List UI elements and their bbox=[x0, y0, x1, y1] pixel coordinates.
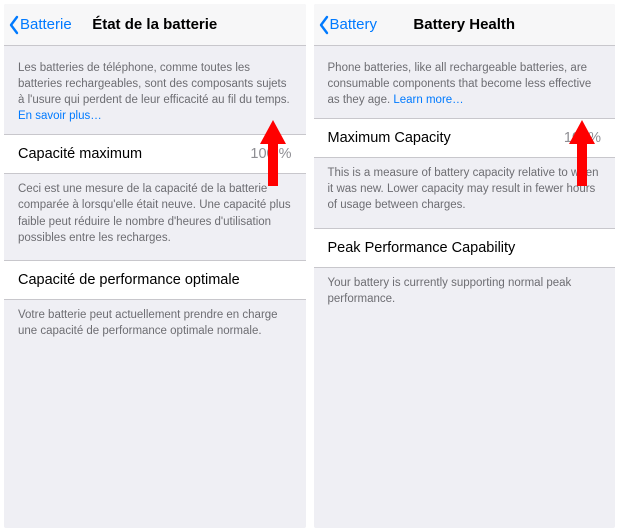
intro-body: Les batteries de téléphone, comme toutes… bbox=[18, 62, 290, 106]
phone-right: Battery Battery Health Phone batteries, … bbox=[314, 4, 616, 528]
back-button[interactable]: Battery bbox=[314, 15, 378, 35]
navbar: Batterie État de la batterie bbox=[4, 4, 306, 46]
intro-text: Phone batteries, like all rechargeable b… bbox=[314, 46, 616, 118]
back-button[interactable]: Batterie bbox=[4, 15, 72, 35]
chevron-left-icon bbox=[8, 15, 20, 35]
intro-text: Les batteries de téléphone, comme toutes… bbox=[4, 46, 306, 134]
peak-performance-label: Capacité de performance optimale bbox=[18, 272, 240, 288]
peak-performance-row: Capacité de performance optimale bbox=[4, 260, 306, 300]
peak-performance-footer: Your battery is currently supporting nor… bbox=[314, 268, 616, 321]
max-capacity-footer: Ceci est une mesure de la capacité de la… bbox=[4, 174, 306, 259]
back-label: Battery bbox=[330, 16, 378, 33]
max-capacity-label: Capacité maximum bbox=[18, 146, 142, 162]
chevron-left-icon bbox=[318, 15, 330, 35]
learn-more-link[interactable]: En savoir plus… bbox=[18, 110, 102, 122]
max-capacity-row: Maximum Capacity 100% bbox=[314, 118, 616, 158]
peak-performance-label: Peak Performance Capability bbox=[328, 240, 516, 256]
peak-performance-row: Peak Performance Capability bbox=[314, 228, 616, 268]
max-capacity-label: Maximum Capacity bbox=[328, 130, 451, 146]
navbar: Battery Battery Health bbox=[314, 4, 616, 46]
back-label: Batterie bbox=[20, 16, 72, 33]
max-capacity-row: Capacité maximum 100 % bbox=[4, 134, 306, 174]
max-capacity-value: 100 % bbox=[250, 146, 291, 162]
max-capacity-footer: This is a measure of battery capacity re… bbox=[314, 158, 616, 227]
max-capacity-value: 100% bbox=[564, 130, 601, 146]
peak-performance-footer: Votre batterie peut actuellement prendre… bbox=[4, 300, 306, 353]
learn-more-link[interactable]: Learn more… bbox=[393, 94, 463, 106]
phone-left: Batterie État de la batterie Les batteri… bbox=[4, 4, 306, 528]
